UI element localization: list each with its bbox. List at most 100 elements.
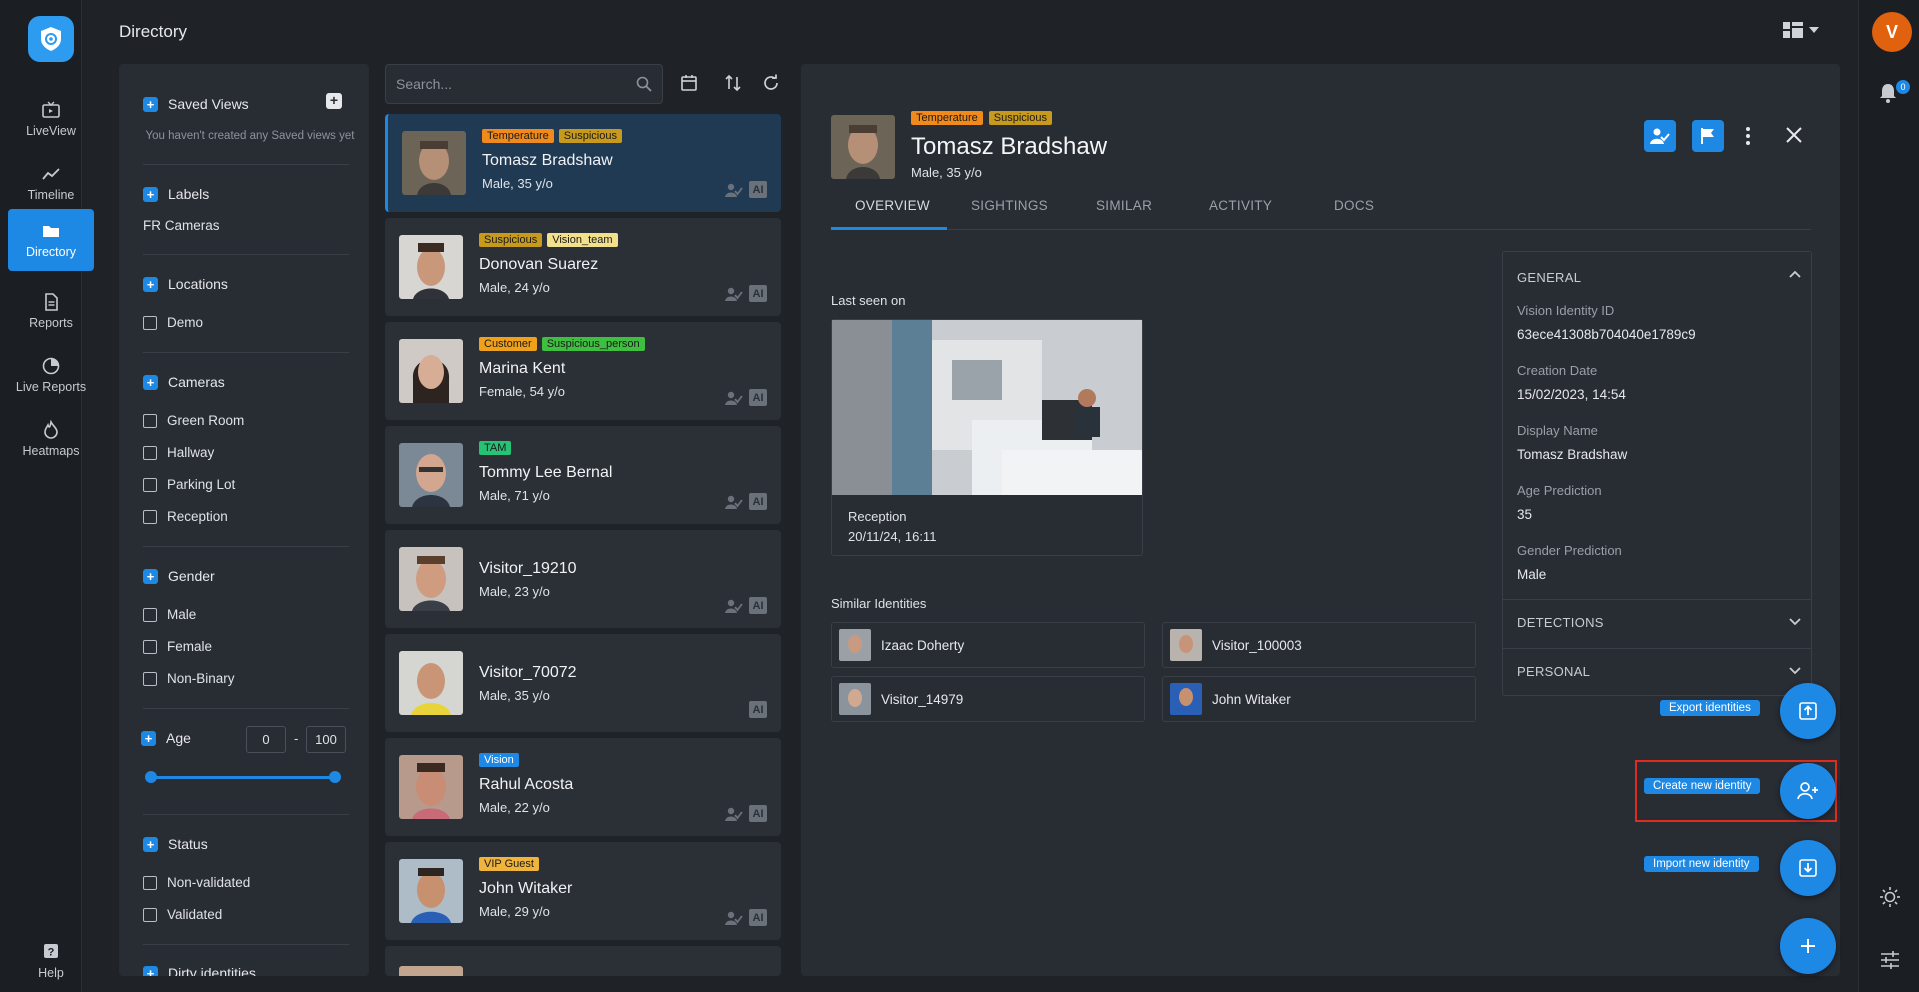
bell-icon[interactable]: [1878, 82, 1898, 104]
saved-views-header[interactable]: + Saved Views: [143, 96, 249, 112]
checkbox[interactable]: [143, 509, 157, 524]
checkbox[interactable]: [143, 607, 157, 622]
flag-identity-button[interactable]: [1692, 120, 1724, 152]
gender-checkbox[interactable]: Non-Binary: [143, 671, 235, 686]
tab-overview[interactable]: OVERVIEW: [855, 198, 930, 213]
identity-card[interactable]: Temperature Suspicious Tomasz Bradshaw Ma…: [385, 114, 781, 212]
create-new-identity-button[interactable]: [1780, 763, 1836, 819]
user-check-icon[interactable]: [725, 910, 743, 926]
gender-checkbox[interactable]: Male: [143, 607, 196, 622]
general-section-title[interactable]: GENERAL: [1517, 270, 1581, 285]
checkbox[interactable]: [143, 477, 157, 492]
similar-identity-item[interactable]: Visitor_14979: [831, 676, 1145, 722]
location-checkbox[interactable]: Demo: [143, 315, 203, 330]
tab-sightings[interactable]: SIGHTINGS: [971, 198, 1048, 213]
age-header[interactable]: + Age: [141, 730, 191, 746]
identity-card[interactable]: Suspicious Vision_team Donovan Suarez Mal…: [385, 218, 781, 316]
user-avatar[interactable]: V: [1872, 12, 1912, 52]
identity-card[interactable]: VIP Guest John Witaker Male, 29 y/o AI: [385, 842, 781, 940]
camera-checkbox[interactable]: Reception: [143, 509, 228, 524]
more-vertical-icon[interactable]: [1745, 126, 1751, 146]
similar-identity-item[interactable]: John Witaker: [1162, 676, 1476, 722]
export-identities-label[interactable]: Export identities: [1660, 700, 1760, 716]
user-check-icon[interactable]: [725, 806, 743, 822]
status-header[interactable]: + Status: [143, 836, 208, 852]
age-min-input[interactable]: 0: [246, 726, 286, 753]
identity-card[interactable]: TAM Tommy Lee Bernal Male, 71 y/o AI: [385, 426, 781, 524]
personal-section-title[interactable]: PERSONAL: [1517, 664, 1590, 679]
help-icon: ?: [44, 944, 58, 959]
checkbox[interactable]: [143, 413, 157, 428]
age-slider-min-handle[interactable]: [145, 771, 157, 783]
create-new-identity-label[interactable]: Create new identity: [1644, 778, 1761, 794]
status-checkbox[interactable]: Non-validated: [143, 875, 250, 890]
tab-similar[interactable]: SIMILAR: [1096, 198, 1152, 213]
identity-card[interactable]: Visitor_19210 Male, 23 y/o AI: [385, 530, 781, 628]
chevron-down-icon[interactable]: [1789, 618, 1801, 626]
user-check-icon[interactable]: [725, 494, 743, 510]
age-max-input[interactable]: 100: [306, 726, 346, 753]
layout-switcher[interactable]: [1783, 22, 1819, 38]
calendar-icon[interactable]: [680, 74, 698, 92]
user-check-icon[interactable]: [725, 390, 743, 406]
identity-card[interactable]: Vision Rahul Acosta Male, 22 y/o AI: [385, 738, 781, 836]
nav-live-reports[interactable]: Live Reports: [8, 344, 94, 406]
theme-sun-icon[interactable]: [1879, 886, 1901, 908]
add-saved-view-button[interactable]: +: [326, 93, 342, 109]
similar-identity-item[interactable]: Izaac Doherty: [831, 622, 1145, 668]
checkbox[interactable]: [143, 907, 157, 922]
search-input[interactable]: Search...: [385, 64, 663, 104]
chevron-up-icon[interactable]: [1789, 270, 1801, 278]
tag-customer: Customer: [479, 337, 537, 351]
chevron-down-icon[interactable]: [1789, 667, 1801, 675]
identity-card[interactable]: Visitor_70072 Male, 35 y/o AI: [385, 634, 781, 732]
checkbox[interactable]: [143, 875, 157, 890]
locations-header[interactable]: + Locations: [143, 276, 228, 292]
nav-heatmaps[interactable]: Heatmaps: [8, 408, 94, 470]
detections-section-title[interactable]: DETECTIONS: [1517, 615, 1604, 630]
nav-liveview[interactable]: LiveView: [8, 88, 94, 150]
import-new-identity-label[interactable]: Import new identity: [1644, 856, 1759, 872]
identity-card-partial[interactable]: [385, 946, 781, 976]
tab-activity[interactable]: ACTIVITY: [1209, 198, 1272, 213]
dirty-identities-header[interactable]: + Dirty identities: [143, 965, 256, 976]
validate-identity-button[interactable]: [1644, 120, 1676, 152]
age-slider-track[interactable]: [149, 776, 333, 779]
export-identities-button[interactable]: [1780, 683, 1836, 739]
last-seen-card[interactable]: Reception 20/11/24, 16:11: [831, 319, 1143, 556]
labels-header[interactable]: + Labels: [143, 186, 209, 202]
plus-icon: +: [143, 568, 158, 584]
nav-timeline[interactable]: Timeline: [8, 152, 94, 214]
age-slider-max-handle[interactable]: [329, 771, 341, 783]
user-check-icon[interactable]: [725, 182, 743, 198]
close-icon[interactable]: [1785, 126, 1803, 144]
settings-sliders-icon[interactable]: [1879, 950, 1901, 970]
camera-checkbox[interactable]: Hallway: [143, 445, 214, 460]
user-check-icon[interactable]: [725, 598, 743, 614]
nav-help[interactable]: ? Help: [8, 930, 94, 992]
import-new-identity-button[interactable]: [1780, 840, 1836, 896]
app-logo[interactable]: [28, 16, 74, 62]
identity-card[interactable]: Customer Suspicious_person Marina Kent Fe…: [385, 322, 781, 420]
checkbox[interactable]: [143, 315, 157, 330]
checkbox[interactable]: [143, 671, 157, 686]
nav-label: Heatmaps: [22, 444, 80, 458]
cameras-header[interactable]: + Cameras: [143, 374, 225, 390]
user-check-icon[interactable]: [725, 286, 743, 302]
camera-checkbox[interactable]: Green Room: [143, 413, 244, 428]
camera-checkbox[interactable]: Parking Lot: [143, 477, 235, 492]
refresh-icon[interactable]: [762, 74, 780, 92]
add-fab-button[interactable]: [1780, 918, 1836, 974]
gender-checkbox[interactable]: Female: [143, 639, 212, 654]
tab-docs[interactable]: DOCS: [1334, 198, 1374, 213]
similar-identity-item[interactable]: Visitor_100003: [1162, 622, 1476, 668]
label-item[interactable]: FR Cameras: [143, 218, 220, 233]
nav-directory[interactable]: Directory: [8, 209, 94, 271]
nav-reports[interactable]: Reports: [8, 280, 94, 342]
checkbox[interactable]: [143, 445, 157, 460]
sort-icon[interactable]: [724, 74, 742, 92]
checkbox[interactable]: [143, 639, 157, 654]
divider: [143, 254, 349, 255]
gender-header[interactable]: + Gender: [143, 568, 215, 584]
status-checkbox[interactable]: Validated: [143, 907, 222, 922]
